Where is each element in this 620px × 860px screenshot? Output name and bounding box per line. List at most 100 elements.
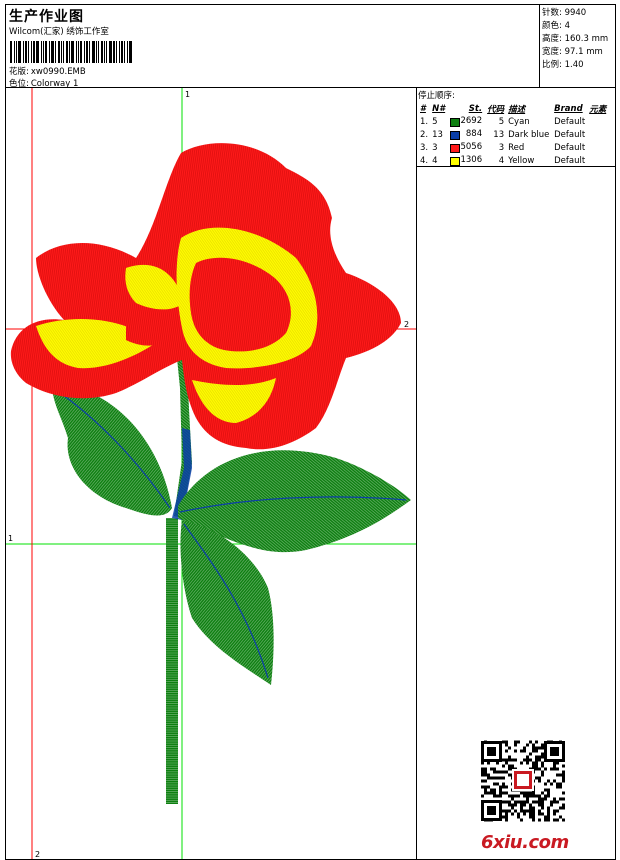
qr-module: [550, 800, 553, 804]
qr-module: [508, 764, 511, 768]
qr-module: [523, 800, 526, 804]
qr-module: [541, 806, 544, 810]
qr-module: [544, 794, 547, 798]
qr-module: [508, 803, 511, 807]
qr-module: [493, 794, 496, 798]
qr-module: [484, 767, 487, 771]
qr-module: [553, 767, 556, 771]
spec-height: 高度: 160.3 mm: [542, 32, 608, 44]
qr-module: [532, 794, 535, 798]
barcode-bar: [33, 41, 35, 63]
barcode-bar: [45, 41, 47, 63]
spec-value: 1.40: [564, 60, 584, 70]
barcode-bar: [80, 41, 82, 63]
stitch-count: 2692: [460, 116, 483, 126]
qr-module: [499, 776, 502, 780]
qr-module: [538, 809, 541, 813]
qr-module: [538, 755, 541, 759]
qr-module: [526, 761, 529, 765]
qr-module: [547, 809, 550, 813]
qr-module: [484, 773, 487, 777]
qr-module: [517, 812, 520, 816]
qr-module: [505, 818, 508, 822]
design-specs-panel: 针数: 9940 颜色: 4 高度: 160.3 mm 宽度: 97.1 mm …: [539, 4, 616, 88]
color-swatch: [450, 157, 461, 166]
row-needle: 13: [432, 129, 443, 140]
qr-module: [544, 782, 547, 786]
qr-module: [490, 791, 493, 795]
qr-finder-core: [550, 747, 559, 756]
qr-module: [508, 800, 511, 804]
qr-module: [562, 797, 565, 801]
row-element: [587, 141, 608, 154]
qr-module: [526, 791, 529, 795]
design-canvas: 1 2 1 2: [5, 87, 417, 860]
qr-module: [514, 749, 517, 753]
qr-module: [523, 749, 526, 753]
company-name: Wilcom(汇家) 绣饰工作室: [9, 27, 109, 37]
qr-module: [526, 800, 529, 804]
qr-module: [514, 800, 517, 804]
qr-module: [541, 812, 544, 816]
qr-module: [529, 815, 532, 819]
qr-module: [553, 764, 556, 768]
table-row: 1. 5 2692 5 Cyan Default: [418, 115, 608, 128]
qr-module: [532, 800, 535, 804]
row-description: Red: [508, 142, 525, 153]
row-element: [587, 128, 608, 141]
qr-module: [553, 812, 556, 816]
qr-module: [511, 794, 514, 798]
qr-module: [535, 740, 538, 744]
qr-module: [547, 779, 550, 783]
row-needle: 5: [432, 116, 438, 127]
qr-module: [502, 740, 505, 744]
barcode-bar: [89, 41, 90, 63]
spec-label: 比例:: [542, 60, 562, 70]
qr-module: [520, 791, 523, 795]
embroidery-preview: 1 2 1 2: [6, 88, 416, 859]
qr-module: [526, 758, 529, 762]
spec-label: 颜色:: [542, 21, 562, 31]
row-stitches: 884: [448, 128, 484, 141]
qr-module: [505, 743, 508, 747]
barcode-bar: [106, 41, 107, 63]
color-swatch: [450, 118, 461, 127]
qr-module: [511, 797, 514, 801]
qr-module: [535, 776, 538, 780]
qr-module: [532, 743, 535, 747]
qr-module: [535, 749, 538, 753]
qr-module: [514, 794, 517, 798]
qr-module: [544, 767, 547, 771]
barcode-bar: [14, 41, 15, 63]
qr-module: [532, 746, 535, 750]
qr-module: [538, 803, 541, 807]
row-element: [587, 115, 608, 128]
stop-sequence-table: # N# St. 代码 描述 Brand 元素 1. 5 2692 5 Cyan Defa…: [418, 102, 608, 167]
spec-scale: 比例: 1.40: [542, 58, 584, 70]
qr-module: [520, 803, 523, 807]
stitch-count: 884: [465, 129, 483, 139]
row-brand: Default: [554, 142, 586, 153]
qr-logo-inner: [517, 774, 529, 786]
qr-module: [505, 815, 508, 819]
qr-module: [553, 818, 556, 822]
axis-label-h1: 1: [8, 534, 13, 543]
spec-stitches: 针数: 9940: [542, 6, 586, 18]
qr-module: [502, 800, 505, 804]
barcode-bar: [61, 41, 62, 63]
qr-module: [532, 764, 535, 768]
qr-module: [529, 752, 532, 756]
col-header-st: St.: [468, 103, 483, 114]
qr-module: [508, 809, 511, 813]
qr-module: [499, 770, 502, 774]
table-header-row: # N# St. 代码 描述 Brand 元素: [418, 102, 608, 115]
table-divider: [417, 166, 615, 167]
qr-module: [556, 809, 559, 813]
qr-module: [499, 794, 502, 798]
qr-module: [505, 749, 508, 753]
qr-module: [493, 782, 496, 786]
qr-module: [544, 788, 547, 792]
qr-finder-core: [487, 747, 496, 756]
qr-module: [541, 743, 544, 747]
qr-module: [559, 773, 562, 777]
